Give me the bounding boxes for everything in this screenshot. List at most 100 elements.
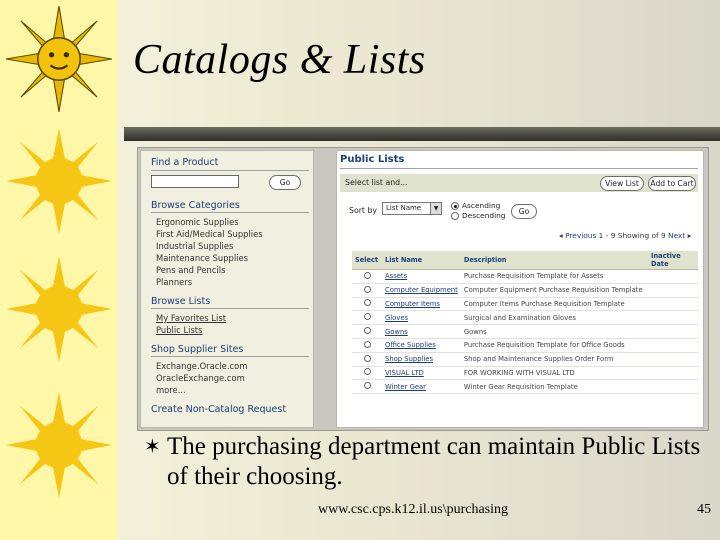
ascending-radio[interactable] bbox=[451, 202, 459, 210]
column-header-description: Description bbox=[460, 251, 648, 270]
list-name-link[interactable]: VISUAL LTD bbox=[382, 366, 461, 381]
table-row: Gowns Gowns bbox=[352, 324, 698, 339]
list-description: Purchase Requisition Template for Office… bbox=[460, 338, 648, 353]
sort-go-button[interactable]: Go bbox=[511, 204, 537, 219]
find-go-button[interactable]: Go bbox=[269, 175, 301, 190]
list-name-link[interactable]: Gloves bbox=[382, 310, 461, 326]
public-lists-title: Public Lists bbox=[340, 154, 405, 165]
title-divider bbox=[124, 127, 720, 141]
descending-label: Descending bbox=[462, 211, 506, 220]
list-description: Computer Equipment Purchase Requisition … bbox=[460, 283, 648, 298]
decorative-sidebar bbox=[0, 0, 117, 540]
view-list-button[interactable]: View List bbox=[600, 176, 644, 191]
footer-url: www.csc.cps.k12.il.us\purchasing bbox=[318, 502, 509, 517]
row-select-cell bbox=[352, 310, 382, 326]
find-product-input[interactable] bbox=[151, 175, 239, 188]
divider bbox=[151, 170, 309, 171]
table-row: Computer Equipment Computer Equipment Pu… bbox=[352, 283, 698, 298]
row-select-cell bbox=[352, 352, 382, 367]
find-product-heading: Find a Product bbox=[151, 157, 219, 168]
category-link[interactable]: Pens and Pencils bbox=[156, 265, 226, 275]
row-select-cell bbox=[352, 269, 382, 284]
list-name-link[interactable]: Shop Supplies bbox=[382, 352, 461, 367]
row-select-radio[interactable] bbox=[363, 271, 371, 279]
supplier-sites-heading: Shop Supplier Sites bbox=[151, 344, 244, 355]
chevron-right-icon: ▸ bbox=[687, 231, 692, 240]
list-name-link[interactable]: Office Supplies bbox=[382, 338, 461, 353]
inactive-date bbox=[648, 310, 698, 326]
row-select-radio[interactable] bbox=[363, 313, 371, 321]
select-list-bar: Select list and... View List Add to Cart bbox=[340, 174, 698, 192]
embedded-screenshot: Find a Product Go Browse Categories Ergo… bbox=[137, 147, 709, 431]
public-lists-table: Select List Name Description Inactive Da… bbox=[352, 251, 698, 395]
list-description: Surgical and Examination Gloves bbox=[460, 310, 648, 326]
list-description: Computer Items Purchase Requisition Temp… bbox=[460, 297, 648, 312]
inactive-date bbox=[648, 269, 698, 284]
descending-radio[interactable] bbox=[451, 212, 459, 220]
row-select-radio[interactable] bbox=[363, 299, 371, 307]
category-link[interactable]: Ergonomic Supplies bbox=[156, 217, 239, 227]
inactive-date bbox=[648, 338, 698, 353]
row-select-radio[interactable] bbox=[363, 285, 371, 293]
list-name-link[interactable]: Gowns bbox=[382, 324, 461, 339]
list-link-favorites[interactable]: My Favorites List bbox=[156, 313, 226, 323]
inactive-date bbox=[648, 297, 698, 312]
list-description: Purchase Requisition Template for Assets bbox=[460, 269, 648, 284]
browse-categories-heading: Browse Categories bbox=[151, 200, 240, 211]
list-description: Gowns bbox=[460, 324, 648, 339]
star-bullet-icon: ✶ bbox=[144, 436, 161, 458]
divider bbox=[151, 308, 309, 309]
category-link[interactable]: Industrial Supplies bbox=[156, 241, 233, 251]
sun-icon bbox=[6, 392, 112, 498]
row-select-cell bbox=[352, 324, 382, 339]
inactive-date bbox=[648, 283, 698, 298]
inactive-date bbox=[648, 379, 698, 395]
page-range: 1 - 9 Showing of 9 bbox=[598, 231, 666, 240]
ascending-label: Ascending bbox=[462, 201, 501, 210]
list-name-link[interactable]: Winter Gear bbox=[382, 379, 461, 395]
browse-lists-heading: Browse Lists bbox=[151, 296, 211, 307]
list-description: FOR WORKING WITH VISUAL LTD bbox=[460, 366, 648, 381]
row-select-cell bbox=[352, 338, 382, 353]
supplier-link[interactable]: OracleExchange.com bbox=[156, 373, 245, 383]
sort-by-select[interactable]: List Name ▼ bbox=[382, 202, 442, 215]
table-row: VISUAL LTD FOR WORKING WITH VISUAL LTD bbox=[352, 366, 698, 381]
list-name-link[interactable]: Computer Items bbox=[382, 297, 461, 312]
create-non-catalog-request-link[interactable]: Create Non-Catalog Request bbox=[151, 404, 286, 415]
page-number: 45 bbox=[697, 502, 711, 517]
row-select-cell bbox=[352, 297, 382, 312]
column-header-select: Select bbox=[352, 251, 382, 270]
add-to-cart-button[interactable]: Add to Cart bbox=[648, 176, 696, 191]
row-select-radio[interactable] bbox=[363, 368, 371, 376]
previous-link[interactable]: Previous bbox=[565, 231, 596, 240]
divider bbox=[340, 168, 698, 169]
select-list-label: Select list and... bbox=[345, 178, 408, 187]
inactive-date bbox=[648, 352, 698, 367]
column-header-inactive-date: Inactive Date bbox=[648, 251, 698, 270]
pagination: ◂ Previous 1 - 9 Showing of 9 Next ▸ bbox=[559, 231, 691, 240]
list-name-link[interactable]: Assets bbox=[382, 269, 461, 284]
row-select-radio[interactable] bbox=[363, 340, 371, 348]
inactive-date bbox=[648, 324, 698, 339]
category-link[interactable]: First Aid/Medical Supplies bbox=[156, 229, 263, 239]
table-row: Shop Supplies Shop and Maintenance Suppl… bbox=[352, 352, 698, 367]
category-link[interactable]: Planners bbox=[156, 277, 192, 287]
supplier-link[interactable]: Exchange.Oracle.com bbox=[156, 361, 247, 371]
divider bbox=[151, 212, 309, 213]
list-link-public[interactable]: Public Lists bbox=[156, 325, 202, 335]
row-select-radio[interactable] bbox=[363, 354, 371, 362]
bullet-text: The purchasing department can maintain P… bbox=[167, 433, 701, 490]
list-description: Shop and Maintenance Supplies Order Form bbox=[460, 352, 648, 367]
row-select-cell bbox=[352, 379, 382, 395]
row-select-radio[interactable] bbox=[363, 382, 371, 390]
supplier-more-link[interactable]: more... bbox=[156, 385, 186, 395]
next-link[interactable]: Next bbox=[668, 231, 685, 240]
column-header-list-name[interactable]: List Name bbox=[382, 251, 461, 270]
table-row: Assets Purchase Requisition Template for… bbox=[352, 269, 698, 284]
sort-by-value: List Name bbox=[386, 204, 422, 212]
table-row: Gloves Surgical and Examination Gloves bbox=[352, 310, 698, 326]
list-name-link[interactable]: Computer Equipment bbox=[382, 283, 461, 298]
category-link[interactable]: Maintenance Supplies bbox=[156, 253, 248, 263]
row-select-radio[interactable] bbox=[363, 327, 371, 335]
table-row: Winter Gear Winter Gear Requisition Temp… bbox=[352, 379, 698, 395]
